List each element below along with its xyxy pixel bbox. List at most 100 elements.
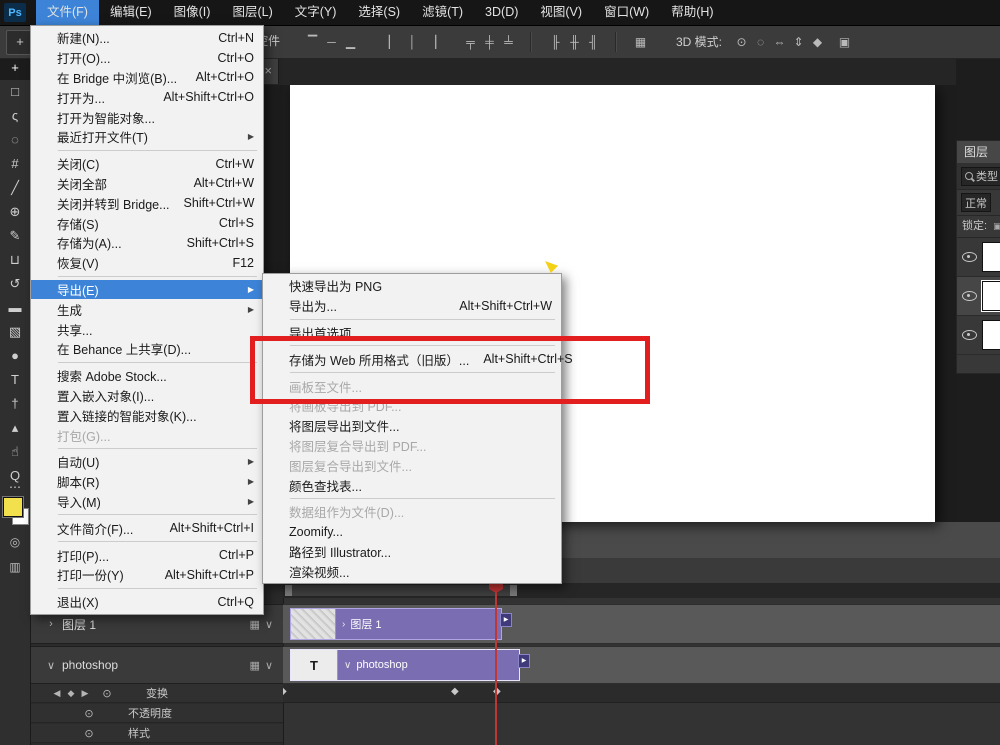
path-selection-tool[interactable]: ▴ <box>0 416 30 440</box>
export-submenu-item[interactable]: 颜色查找表... <box>263 475 561 495</box>
file-menu-item[interactable]: 自动(U)▶ <box>31 452 263 472</box>
export-submenu-item[interactable]: 导出为...Alt+Shift+Ctrl+W <box>263 296 561 316</box>
file-menu-item[interactable]: 文件简介(F)...Alt+Shift+Ctrl+I <box>31 518 263 538</box>
menubar-item[interactable]: 编辑(E) <box>99 0 163 25</box>
file-menu-item[interactable]: 置入嵌入对象(I)... <box>31 386 263 406</box>
menubar-item[interactable]: 窗口(W) <box>593 0 660 25</box>
align-vertical-center-icon[interactable]: ─ <box>322 31 341 53</box>
distribute-right-icon[interactable]: ╢ <box>584 31 603 53</box>
blur-tool[interactable]: ● <box>0 344 30 368</box>
file-menu-item[interactable]: 恢复(V)F12 <box>31 253 263 273</box>
file-menu-item[interactable]: 导入(M)▶ <box>31 492 263 512</box>
foreground-color-swatch[interactable] <box>3 497 23 517</box>
3d-scale-icon[interactable]: ◆ <box>808 31 827 53</box>
layer-filter-select[interactable]: 类型 <box>961 167 1000 186</box>
file-menu-item[interactable]: 置入链接的智能对象(K)... <box>31 405 263 425</box>
brush-tool[interactable]: ✎ <box>0 224 30 248</box>
playhead-line[interactable] <box>495 583 497 745</box>
menubar-item[interactable]: 3D(D) <box>474 0 529 25</box>
track-options-icon[interactable]: ▦ <box>250 618 260 631</box>
align-right-icon[interactable]: ▕ <box>422 31 441 53</box>
chevron-down-icon[interactable]: ∨ <box>44 659 58 672</box>
3d-camera-icon[interactable]: ▣ <box>835 31 854 53</box>
file-menu-item[interactable]: 共享... <box>31 319 263 339</box>
file-menu-item[interactable]: 脚本(R)▶ <box>31 472 263 492</box>
distribute-left-icon[interactable]: ╟ <box>546 31 565 53</box>
next-keyframe-icon[interactable]: ▶ <box>78 688 92 699</box>
auto-align-icon[interactable]: ▦ <box>631 31 650 53</box>
screen-mode-icon[interactable]: ▥ <box>0 560 30 574</box>
marquee-tool[interactable]: □ <box>0 80 30 104</box>
file-menu-item[interactable]: 打开为智能对象... <box>31 107 263 127</box>
export-submenu-item[interactable]: 路径到 Illustrator... <box>263 542 561 562</box>
file-menu-item[interactable]: 打开为...Alt+Shift+Ctrl+O <box>31 87 263 107</box>
file-menu-item[interactable]: 打开(O)...Ctrl+O <box>31 48 263 68</box>
file-menu-item[interactable]: 在 Bridge 中浏览(B)...Alt+Ctrl+O <box>31 68 263 88</box>
chevron-down-icon[interactable]: ∨ <box>265 618 273 631</box>
stopwatch-icon[interactable]: ⊙ <box>100 687 114 700</box>
lasso-tool[interactable]: ς <box>0 104 30 128</box>
align-left-icon[interactable]: ▏ <box>384 31 403 53</box>
file-menu-item[interactable]: 退出(X)Ctrl+Q <box>31 592 263 612</box>
file-menu-item[interactable]: 存储(S)Ctrl+S <box>31 213 263 233</box>
quick-mask-icon[interactable]: ◎ <box>0 535 30 549</box>
menubar-item[interactable]: 帮助(H) <box>660 0 724 25</box>
layer-thumbnail[interactable] <box>982 242 1000 272</box>
3d-roll-icon[interactable]: ◌ <box>751 31 770 53</box>
clip-end-icon[interactable]: ▶ <box>500 613 512 627</box>
menubar-item[interactable]: 文字(Y) <box>284 0 348 25</box>
layer-thumbnail[interactable] <box>982 320 1000 350</box>
file-menu-item[interactable]: 打印(P)...Ctrl+P <box>31 545 263 565</box>
file-menu-item[interactable]: 关闭(C)Ctrl+W <box>31 154 263 174</box>
timeline-track-header[interactable]: ∨ photoshop ▦ ∨ <box>30 646 283 684</box>
track-options-icon[interactable]: ▦ <box>250 659 260 672</box>
layer-thumbnail[interactable] <box>982 281 1000 311</box>
work-area-middle[interactable] <box>292 585 510 596</box>
file-menu-item[interactable]: 关闭并转到 Bridge...Shift+Ctrl+W <box>31 193 263 213</box>
file-menu-item[interactable]: 打印一份(Y)Alt+Shift+Ctrl+P <box>31 565 263 585</box>
align-horizontal-center-icon[interactable]: │ <box>403 31 422 53</box>
export-submenu-item[interactable]: Zoomify... <box>263 522 561 542</box>
file-menu-item[interactable]: 在 Behance 上共享(D)... <box>31 339 263 359</box>
move-tool[interactable]: + <box>0 56 30 80</box>
keyframe-icon[interactable]: ◆ <box>451 686 459 697</box>
menubar-item[interactable]: 视图(V) <box>529 0 593 25</box>
clip-end-icon[interactable]: ▶ <box>518 654 530 668</box>
export-submenu-item[interactable]: 快速导出为 PNG <box>263 276 561 296</box>
distribute-top-icon[interactable]: ╤ <box>461 31 480 53</box>
timeline-clip[interactable]: T ∨ photoshop ▶ <box>290 649 520 681</box>
layer-row[interactable] <box>957 316 1000 355</box>
gradient-tool[interactable]: ▧ <box>0 320 30 344</box>
blend-mode-select[interactable]: 正常 <box>961 193 991 212</box>
export-submenu-item[interactable]: 渲染视频... <box>263 561 561 581</box>
stopwatch-icon[interactable]: ⊙ <box>82 707 96 720</box>
hand-tool[interactable]: ☝ <box>0 440 30 464</box>
lock-icon[interactable]: ▣ <box>993 221 1000 231</box>
align-bottom-icon[interactable]: ▁ <box>341 31 360 53</box>
layer-visibility-eye-icon[interactable] <box>962 291 977 301</box>
previous-keyframe-icon[interactable]: ◀ <box>50 688 64 699</box>
pen-tool[interactable]: † <box>0 392 30 416</box>
menubar-item[interactable]: 滤镜(T) <box>411 0 474 25</box>
stopwatch-icon[interactable]: ⊙ <box>82 727 96 740</box>
tab-layers[interactable]: 图层 <box>957 141 1000 163</box>
distribute-bottom-icon[interactable]: ╧ <box>499 31 518 53</box>
chevron-down-icon[interactable]: ∨ <box>265 659 273 672</box>
export-submenu-item[interactable]: 将图层导出到文件... <box>263 416 561 436</box>
file-menu-item[interactable]: 最近打开文件(T)▶ <box>31 127 263 147</box>
menubar-item[interactable]: 图像(I) <box>163 0 222 25</box>
file-menu-item[interactable]: 生成▶ <box>31 299 263 319</box>
distribute-vertical-center-icon[interactable]: ╪ <box>480 31 499 53</box>
layer-row[interactable] <box>957 238 1000 277</box>
file-menu-item[interactable]: 存储为(A)...Shift+Ctrl+S <box>31 233 263 253</box>
file-menu-item[interactable]: 新建(N)...Ctrl+N <box>31 28 263 48</box>
more-tools-icon[interactable]: ⋯ <box>0 480 30 494</box>
add-keyframe-icon[interactable]: ◆ <box>64 688 78 699</box>
menubar-item[interactable]: 图层(L) <box>221 0 283 25</box>
history-brush-tool[interactable]: ↺ <box>0 272 30 296</box>
menubar-item[interactable]: 文件(F) <box>36 0 99 25</box>
layer-visibility-eye-icon[interactable] <box>962 252 977 262</box>
eraser-tool[interactable]: ▬ <box>0 296 30 320</box>
file-menu-item[interactable]: 导出(E)▶ <box>31 280 263 300</box>
chevron-right-icon[interactable]: › <box>44 618 58 630</box>
